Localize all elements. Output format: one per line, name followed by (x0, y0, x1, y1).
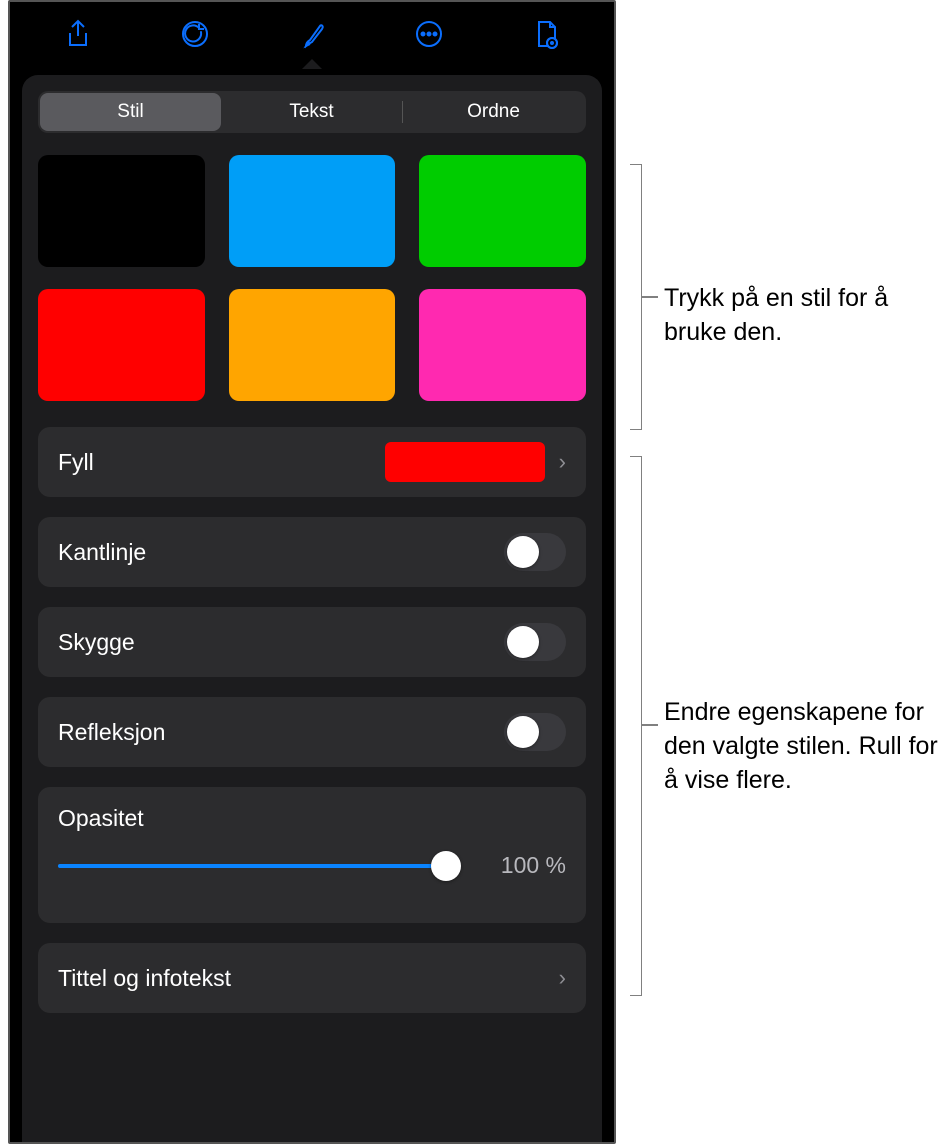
reflection-switch[interactable] (504, 713, 566, 751)
style-preset[interactable] (38, 289, 205, 401)
callout-bracket (630, 164, 642, 430)
fill-color-swatch (385, 442, 545, 482)
callout-bracket (630, 456, 642, 996)
more-icon[interactable] (412, 17, 446, 51)
style-presets (38, 155, 586, 401)
shadow-row[interactable]: Skygge (38, 607, 586, 677)
style-preset[interactable] (419, 155, 586, 267)
toolbar (10, 2, 614, 66)
style-preset[interactable] (419, 289, 586, 401)
opacity-slider[interactable] (58, 864, 458, 868)
share-icon[interactable] (61, 17, 95, 51)
opacity-value: 100 % (476, 852, 566, 879)
opacity-label: Opasitet (58, 805, 566, 832)
shadow-switch[interactable] (504, 623, 566, 661)
style-preset[interactable] (229, 155, 396, 267)
tab-arrange[interactable]: Ordne (403, 93, 584, 131)
brush-icon[interactable] (295, 17, 329, 51)
document-icon[interactable] (529, 17, 563, 51)
fill-row[interactable]: Fyll › (38, 427, 586, 497)
undo-icon[interactable] (178, 17, 212, 51)
border-label: Kantlinje (58, 539, 504, 566)
title-caption-label: Tittel og infotekst (58, 965, 559, 992)
format-popover: Stil Tekst Ordne Fyll › Kantlinje Skygge (22, 75, 602, 1142)
shadow-label: Skygge (58, 629, 504, 656)
callout-text: Trykk på en stil for å bruke den. (664, 282, 944, 350)
tab-text[interactable]: Tekst (221, 93, 402, 131)
chevron-right-icon: › (559, 449, 566, 475)
title-caption-row[interactable]: Tittel og infotekst › (38, 943, 586, 1013)
opacity-row: Opasitet 100 % (38, 787, 586, 923)
fill-label: Fyll (58, 449, 385, 476)
callout-text: Endre egenskapene for den valgte stilen.… (664, 696, 949, 797)
border-row[interactable]: Kantlinje (38, 517, 586, 587)
chevron-right-icon: › (559, 965, 566, 991)
tab-control: Stil Tekst Ordne (38, 91, 586, 133)
style-preset[interactable] (229, 289, 396, 401)
style-preset[interactable] (38, 155, 205, 267)
device-frame: Stil Tekst Ordne Fyll › Kantlinje Skygge (8, 0, 616, 1144)
reflection-row[interactable]: Refleksjon (38, 697, 586, 767)
border-switch[interactable] (504, 533, 566, 571)
tab-style[interactable]: Stil (40, 93, 221, 131)
reflection-label: Refleksjon (58, 719, 504, 746)
